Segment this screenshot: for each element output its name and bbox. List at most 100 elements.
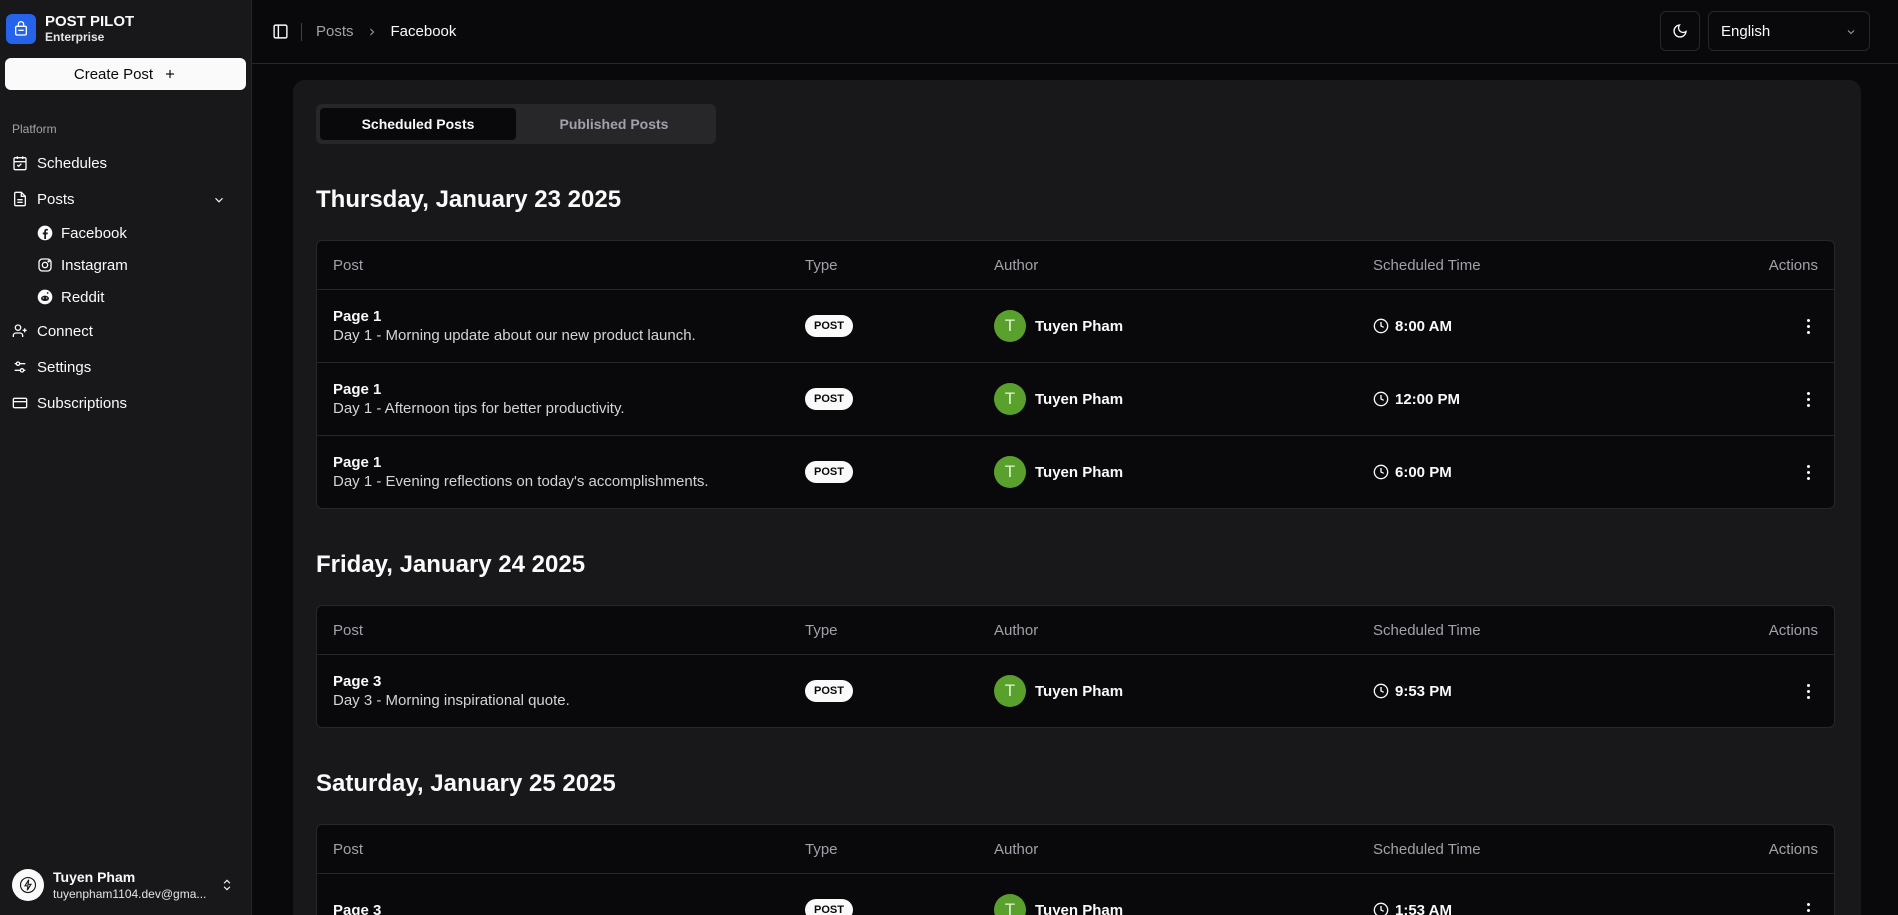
table-row[interactable]: Page 1 Day 1 - Evening reflections on to… [317, 435, 1834, 508]
chevron-down-icon[interactable] [212, 193, 226, 207]
author-name: Tuyen Pham [1035, 463, 1124, 481]
sidebar-item-reddit[interactable]: Reddit [37, 281, 251, 313]
type-badge: POST [805, 461, 853, 483]
column-header-author: Author [994, 840, 1039, 858]
language-value: English [1721, 22, 1771, 40]
type-badge: POST [805, 680, 853, 702]
post-page: Page 1 [333, 453, 382, 471]
author-name: Tuyen Pham [1035, 682, 1124, 700]
brand[interactable]: POST PILOT Enterprise [0, 0, 251, 50]
sidebar-item-label: Connect [37, 322, 93, 340]
column-header-actions: Actions [1768, 256, 1818, 274]
user-menu[interactable]: Tuyen Pham tuyenpham1104.dev@gma... [0, 855, 252, 915]
sidebar-item-connect[interactable]: Connect [0, 313, 251, 349]
more-vertical-icon[interactable] [1798, 902, 1818, 915]
post-page: Page 1 [333, 380, 382, 398]
scheduled-time: 9:53 PM [1395, 682, 1452, 700]
avatar [12, 869, 44, 901]
sidebar-item-instagram[interactable]: Instagram [37, 249, 251, 281]
nav-group-label: Platform [12, 122, 57, 136]
credit-card-icon [12, 397, 28, 409]
table-row[interactable]: Page 3 POST T Tuyen Pham 1:53 AM [317, 873, 1834, 915]
more-vertical-icon[interactable] [1798, 318, 1818, 334]
tab-scheduled-posts[interactable]: Scheduled Posts [320, 108, 516, 140]
app-name: POST PILOT [45, 13, 135, 30]
day-group: Thursday, January 23 2025 Post Type Auth… [316, 186, 1838, 509]
sidebar-item-facebook[interactable]: Facebook [37, 217, 251, 249]
type-badge: POST [805, 315, 853, 337]
column-header-actions: Actions [1768, 840, 1818, 858]
sidebar-item-posts[interactable]: Posts [0, 181, 251, 217]
day-groups: Thursday, January 23 2025 Post Type Auth… [316, 186, 1838, 915]
column-header-post: Post [333, 621, 364, 639]
sidebar-item-label: Settings [37, 358, 92, 376]
instagram-icon [38, 258, 52, 272]
create-post-button[interactable]: Create Post [5, 58, 246, 90]
table-row[interactable]: Page 1 Day 1 - Morning update about our … [317, 289, 1834, 362]
main-content: Posts Facebook English Scheduled Posts P… [252, 0, 1898, 915]
more-vertical-icon[interactable] [1798, 464, 1818, 480]
posts-panel: Scheduled Posts Published Posts Thursday… [293, 80, 1861, 915]
sidebar-item-label: Subscriptions [37, 394, 128, 412]
clock-icon [1373, 391, 1389, 407]
column-header-time: Scheduled Time [1373, 256, 1481, 274]
breadcrumb: Posts Facebook [316, 23, 456, 40]
sidebar-toggle-icon[interactable] [272, 23, 289, 40]
breadcrumb-posts[interactable]: Posts [316, 23, 354, 40]
sidebar-sub-label: Instagram [61, 256, 128, 274]
sidebar-sub-label: Facebook [61, 224, 127, 242]
column-header-post: Post [333, 256, 364, 274]
clock-icon [1373, 318, 1389, 334]
table-header: Post Type Author Scheduled Time Actions [317, 241, 1834, 289]
chevron-right-icon [366, 26, 378, 38]
sidebar-item-label: Schedules [37, 154, 108, 172]
sidebar-sub-label: Reddit [61, 288, 105, 306]
posts-table: Post Type Author Scheduled Time Actions … [316, 605, 1835, 728]
author-avatar: T [994, 456, 1026, 488]
table-header: Post Type Author Scheduled Time Actions [317, 825, 1834, 873]
scheduled-time: 8:00 AM [1395, 317, 1452, 335]
app-root: POST PILOT Enterprise Create Post Platfo… [0, 0, 1898, 915]
column-header-type: Type [805, 840, 838, 858]
type-badge: POST [805, 388, 853, 410]
scheduled-time: 6:00 PM [1395, 463, 1452, 481]
theme-toggle-button[interactable] [1660, 11, 1700, 51]
table-row[interactable]: Page 1 Day 1 - Afternoon tips for better… [317, 362, 1834, 435]
table-row[interactable]: Page 3 Day 3 - Morning inspirational quo… [317, 654, 1834, 727]
sidebar-item-subscriptions[interactable]: Subscriptions [0, 385, 251, 421]
column-header-time: Scheduled Time [1373, 840, 1481, 858]
column-header-author: Author [994, 256, 1039, 274]
posts-table: Post Type Author Scheduled Time Actions … [316, 824, 1835, 915]
column-header-actions: Actions [1768, 621, 1818, 639]
sidebar-item-settings[interactable]: Settings [0, 349, 251, 385]
user-plus-icon [12, 324, 27, 337]
author-avatar: T [994, 675, 1026, 707]
more-vertical-icon[interactable] [1798, 391, 1818, 407]
column-header-time: Scheduled Time [1373, 621, 1481, 639]
more-vertical-icon[interactable] [1798, 683, 1818, 699]
clock-icon [1373, 683, 1389, 699]
top-bar: Posts Facebook English [252, 0, 1898, 64]
author-avatar: T [994, 310, 1026, 342]
sidebar-item-schedules[interactable]: Schedules [0, 145, 251, 181]
file-text-icon [14, 191, 26, 207]
facebook-icon [37, 225, 53, 241]
author-avatar: T [994, 894, 1026, 915]
post-page: Page 3 [333, 672, 382, 690]
moon-icon [1673, 24, 1687, 38]
tab-published-posts[interactable]: Published Posts [516, 108, 712, 140]
post-description: Day 1 - Morning update about our new pro… [333, 326, 696, 344]
language-select[interactable]: English [1708, 11, 1870, 51]
post-description: Day 1 - Evening reflections on today's a… [333, 472, 709, 490]
plus-icon [166, 69, 175, 79]
create-post-label: Create Post [73, 65, 154, 83]
divider [301, 22, 302, 41]
column-header-type: Type [805, 256, 838, 274]
column-header-post: Post [333, 840, 364, 858]
lightning-icon [19, 876, 37, 894]
clock-icon [1373, 902, 1389, 915]
posts-table: Post Type Author Scheduled Time Actions … [316, 240, 1835, 509]
day-group: Saturday, January 25 2025 Post Type Auth… [316, 770, 1838, 915]
sidebar-item-label: Posts [37, 190, 75, 208]
day-group: Friday, January 24 2025 Post Type Author… [316, 551, 1838, 728]
